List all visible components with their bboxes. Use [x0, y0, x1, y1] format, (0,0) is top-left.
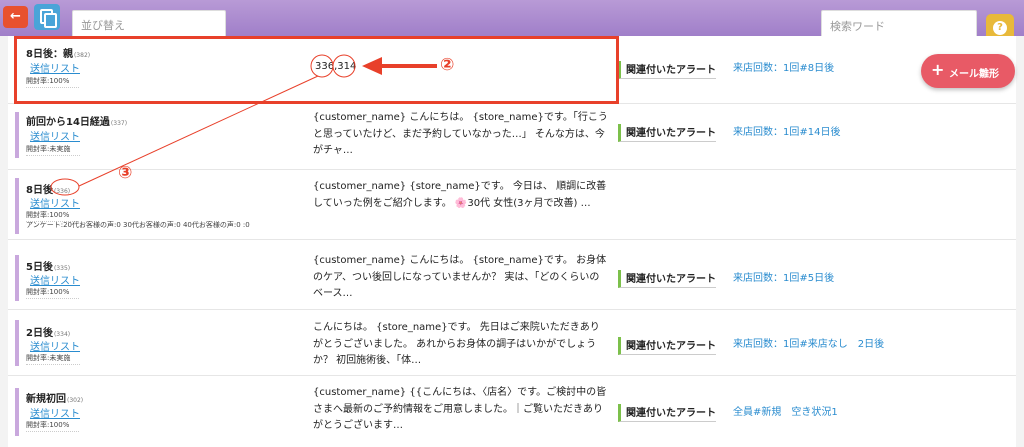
survey-summary: アンケート:20代お客様の声:0 30代お客様の声:0 40代お客様の声:0 :…	[26, 221, 250, 229]
template-row[interactable]: 8日後(336) 送信リスト 開封率:100% アンケート:20代お客様の声:0…	[8, 170, 1016, 240]
row-accent-bar	[15, 388, 19, 436]
template-title: 前回から14日経過(337)	[26, 117, 128, 128]
back-button[interactable]: ←	[3, 6, 28, 28]
alert-label: 関連付いたアラート	[618, 404, 716, 422]
annotation-label-3: ③	[118, 163, 133, 183]
template-title: 2日後(334)	[26, 328, 71, 339]
alert-value[interactable]: 来店回数：1回#来店なし 2日後	[733, 335, 884, 350]
alert-label: 関連付いたアラート	[618, 124, 716, 142]
message-preview: こんにちは。 {store_name}です。 先日はご来院いただきありがとうござ…	[313, 322, 600, 366]
alert-value[interactable]: 来店回数：1回#14日後	[733, 123, 840, 138]
row-accent-bar	[15, 112, 19, 158]
copy-button[interactable]	[34, 4, 60, 30]
plus-icon: +	[931, 60, 945, 79]
send-list-link[interactable]: 送信リスト	[30, 338, 80, 353]
message-preview: {customer_name} こんにちは。 {store_name}です。「行…	[313, 112, 608, 156]
mail-template-label: メール雛形	[949, 69, 999, 80]
open-rate: 開封率:未実施	[26, 353, 81, 365]
message-preview: {customer_name} {store_name}です。 今日は、 順調に…	[313, 181, 607, 209]
open-rate: 開封率:100%	[26, 287, 80, 299]
send-list-link[interactable]: 送信リスト	[30, 405, 80, 420]
alert-label: 関連付いたアラート	[618, 270, 716, 288]
template-row[interactable]: 5日後(335) 送信リスト 開封率:100% {customer_name} …	[8, 240, 1016, 310]
template-row[interactable]: 前回から14日経過(337) 送信リスト 開封率:未実施 {customer_n…	[8, 104, 1016, 170]
template-title: 8日後(336)	[26, 185, 71, 196]
row-accent-bar	[15, 320, 19, 366]
alert-value[interactable]: 来店回数：1回#5日後	[733, 269, 834, 284]
send-list-link[interactable]: 送信リスト	[30, 128, 80, 143]
alert-label: 関連付いたアラート	[618, 337, 716, 355]
template-row[interactable]: 新規初回(302) 送信リスト 開封率:100% {customer_name}…	[8, 376, 1016, 447]
copy-icon-front	[44, 13, 57, 28]
back-arrow-icon: ←	[10, 9, 21, 24]
template-title: 5日後(335)	[26, 262, 71, 273]
alert-value[interactable]: 来店回数：1回#8日後	[733, 59, 834, 74]
send-list-link[interactable]: 送信リスト	[30, 195, 80, 210]
open-rate: 開封率:100%	[26, 420, 80, 432]
message-preview: {customer_name} こんにちは。 {store_name}です。 お…	[313, 255, 607, 299]
message-preview: {customer_name} {{こんにちは、〈店名〉です。ご検討中の皆さまへ…	[313, 387, 607, 431]
alert-label: 関連付いたアラート	[618, 61, 716, 79]
alert-value[interactable]: 全員#新規 空き状況1	[733, 403, 838, 418]
annotation-label-2: ②	[440, 55, 455, 75]
open-rate: 開封率:未実施	[26, 144, 81, 156]
mail-template-button[interactable]: + メール雛形	[921, 54, 1015, 88]
template-title: 新規初回(302)	[26, 394, 84, 405]
template-row[interactable]: 2日後(334) 送信リスト 開封率:未実施 こんにちは。 {store_nam…	[8, 310, 1016, 376]
send-list-link[interactable]: 送信リスト	[30, 272, 80, 287]
row-accent-bar	[15, 178, 19, 234]
row-accent-bar	[15, 255, 19, 301]
help-icon: ?	[993, 21, 1007, 35]
annotation-highlight-box	[14, 36, 619, 104]
